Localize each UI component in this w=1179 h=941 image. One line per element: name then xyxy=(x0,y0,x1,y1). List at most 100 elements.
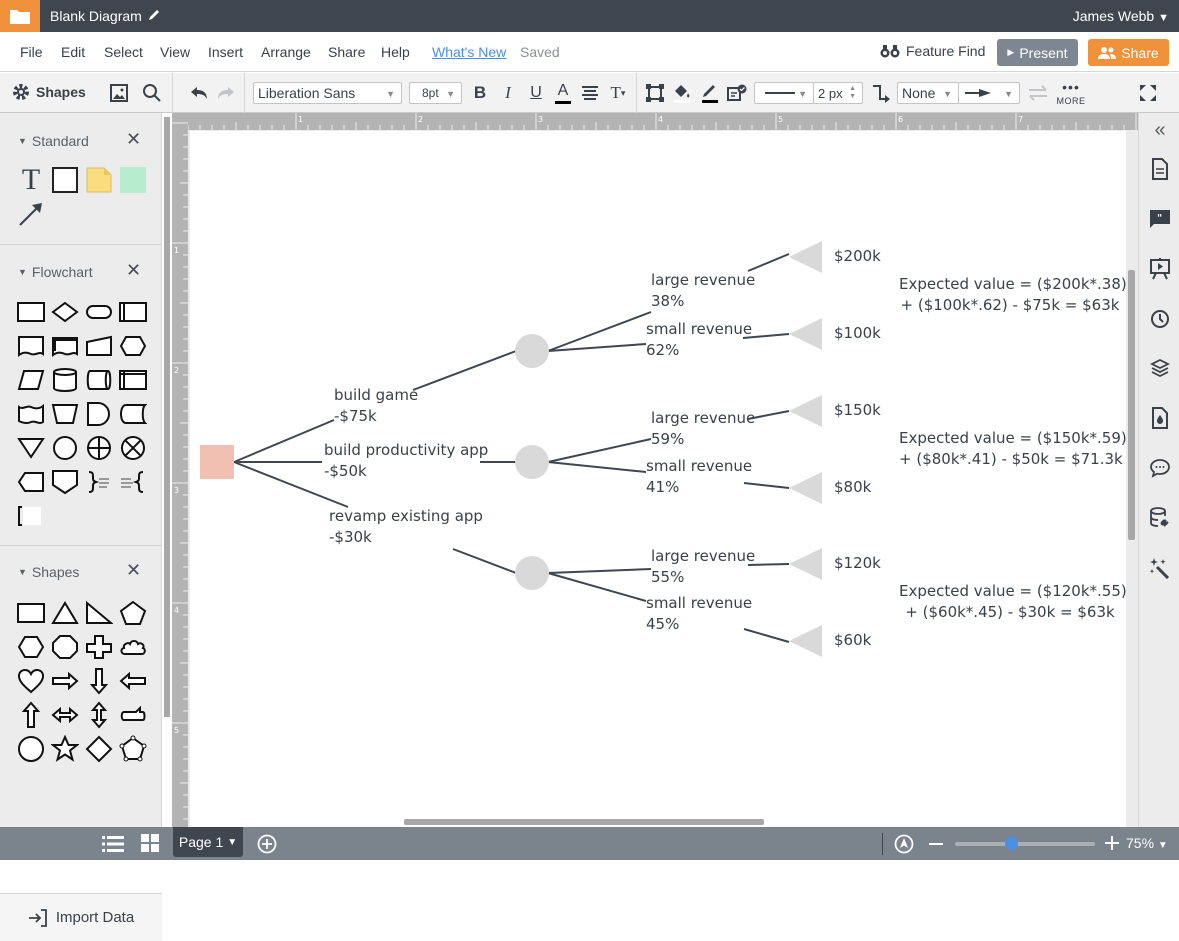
shape-cloud[interactable] xyxy=(116,630,150,664)
data-link-icon[interactable] xyxy=(1149,507,1171,529)
pencil-icon[interactable] xyxy=(146,7,162,28)
shape-triangle[interactable] xyxy=(48,596,82,630)
list-view-icon[interactable] xyxy=(102,835,124,858)
payoff-label[interactable]: $200k xyxy=(834,246,881,267)
shape-preparation[interactable] xyxy=(116,329,150,363)
menu-insert[interactable]: Insert xyxy=(208,44,243,60)
shape-predefined[interactable] xyxy=(116,295,150,329)
underline-button[interactable]: U xyxy=(527,83,545,103)
history-icon[interactable] xyxy=(1149,308,1171,330)
stepper-icon[interactable]: ▲ ▼ xyxy=(849,85,856,101)
page-settings-icon[interactable] xyxy=(1149,158,1171,180)
end-node[interactable] xyxy=(789,625,822,657)
shape-note[interactable] xyxy=(82,163,116,197)
horizontal-scrollbar[interactable] xyxy=(404,819,764,825)
whats-new-link[interactable]: What's New xyxy=(432,44,506,60)
shape-cross[interactable] xyxy=(82,630,116,664)
layers-icon[interactable] xyxy=(1149,357,1171,379)
payoff-label[interactable]: $100k xyxy=(834,323,881,344)
shape-manual-operation[interactable] xyxy=(48,397,82,431)
connector-outcome[interactable] xyxy=(547,438,652,463)
import-data-button[interactable]: Import Data xyxy=(0,893,162,941)
zoom-slider[interactable] xyxy=(955,842,1095,846)
shape-star[interactable] xyxy=(48,732,82,766)
shape-annotation-right[interactable] xyxy=(82,465,116,499)
shape-display[interactable] xyxy=(14,465,48,499)
connector-outcome[interactable] xyxy=(747,253,790,272)
theme-icon[interactable] xyxy=(1149,407,1171,429)
zoom-level[interactable]: 75% ▼ xyxy=(1126,835,1168,851)
outcome-label[interactable]: large revenue 59% xyxy=(651,408,755,450)
navigate-icon[interactable] xyxy=(894,834,914,859)
shape-connector[interactable] xyxy=(48,431,82,465)
payoff-label[interactable]: $60k xyxy=(834,630,871,651)
connector-build-game[interactable] xyxy=(412,350,517,391)
outcome-label[interactable]: small revenue 45% xyxy=(646,593,752,635)
shape-arrow-down[interactable] xyxy=(82,664,116,698)
grid-view-icon[interactable] xyxy=(141,834,159,857)
shape-colored-block[interactable] xyxy=(116,163,150,197)
shape-delay[interactable] xyxy=(82,397,116,431)
shape-arrow-right[interactable] xyxy=(48,664,82,698)
shape-bracket[interactable] xyxy=(14,499,48,533)
section-header-standard[interactable]: ▼ Standard xyxy=(18,133,89,149)
sidebar-scrollbar[interactable] xyxy=(164,117,170,717)
decision-label[interactable]: build game -$75k xyxy=(334,385,418,427)
shape-heart[interactable] xyxy=(14,664,48,698)
connector-build-game[interactable] xyxy=(233,419,335,463)
shape-tape[interactable] xyxy=(14,397,48,431)
connector-outcome[interactable] xyxy=(547,461,647,473)
expected-value-note[interactable]: Expected value = ($150k*.59) + ($80k*.41)… xyxy=(899,428,1127,470)
zoom-in-icon[interactable] xyxy=(1104,835,1120,856)
menu-edit[interactable]: Edit xyxy=(61,44,85,60)
end-node[interactable] xyxy=(789,548,822,580)
shape-database[interactable] xyxy=(48,363,82,397)
italic-button[interactable]: I xyxy=(499,83,517,103)
present-button[interactable]: ▶ Present xyxy=(997,39,1078,66)
bold-button[interactable]: B xyxy=(471,83,489,103)
expected-value-note[interactable]: Expected value = ($120k*.55) + ($60k*.45)… xyxy=(899,581,1127,623)
shape-circle[interactable] xyxy=(14,732,48,766)
section-header-flowchart[interactable]: ▼ Flowchart xyxy=(18,264,93,280)
feature-find-button[interactable]: Feature Find xyxy=(880,43,985,59)
shape-rectangle[interactable] xyxy=(14,596,48,630)
shape-manual-input[interactable] xyxy=(82,329,116,363)
shape-annotation-left[interactable] xyxy=(116,465,150,499)
end-node[interactable] xyxy=(789,241,822,273)
conditional-format-icon[interactable] xyxy=(726,82,748,104)
shape-polygon[interactable] xyxy=(116,732,150,766)
align-icon[interactable] xyxy=(580,83,600,103)
font-size-select[interactable]: 8pt ▼ xyxy=(409,82,462,104)
folder-button[interactable] xyxy=(0,0,40,32)
chance-node[interactable] xyxy=(515,556,549,590)
fill-color-button[interactable] xyxy=(672,81,692,105)
menu-select[interactable]: Select xyxy=(104,44,143,60)
add-page-icon[interactable] xyxy=(257,834,277,859)
menu-help[interactable]: Help xyxy=(381,44,410,60)
shape-line[interactable] xyxy=(14,197,48,231)
decision-label[interactable]: revamp existing app -$30k xyxy=(329,506,483,548)
line-color-button[interactable] xyxy=(700,81,720,105)
menu-share[interactable]: Share xyxy=(328,44,365,60)
line-end-select[interactable]: ▼ xyxy=(958,82,1020,104)
shape-arrow-up[interactable] xyxy=(14,698,48,732)
shape-stored-data[interactable] xyxy=(116,397,150,431)
shape-multi-document[interactable] xyxy=(48,329,82,363)
shape-terminator[interactable] xyxy=(82,295,116,329)
connector-outcome[interactable] xyxy=(547,568,652,574)
search-icon[interactable] xyxy=(141,82,163,104)
presentation-icon[interactable] xyxy=(1149,258,1171,280)
payoff-label[interactable]: $150k xyxy=(834,400,881,421)
menu-arrange[interactable]: Arrange xyxy=(261,44,311,60)
close-icon[interactable]: ✕ xyxy=(126,129,141,150)
decision-label[interactable]: build productivity app -$50k xyxy=(324,440,488,482)
diagram-page[interactable]: build game -$75k build productivity app -$… xyxy=(190,131,1127,827)
quote-icon[interactable]: " xyxy=(1149,208,1171,230)
image-icon[interactable] xyxy=(109,83,129,103)
outcome-label[interactable]: large revenue 38% xyxy=(651,270,755,312)
undo-icon[interactable] xyxy=(189,83,209,103)
connector-outcome[interactable] xyxy=(547,572,647,602)
shape-arrow-left[interactable] xyxy=(116,664,150,698)
shape-diamond[interactable] xyxy=(82,732,116,766)
outcome-label[interactable]: small revenue 62% xyxy=(646,319,752,361)
